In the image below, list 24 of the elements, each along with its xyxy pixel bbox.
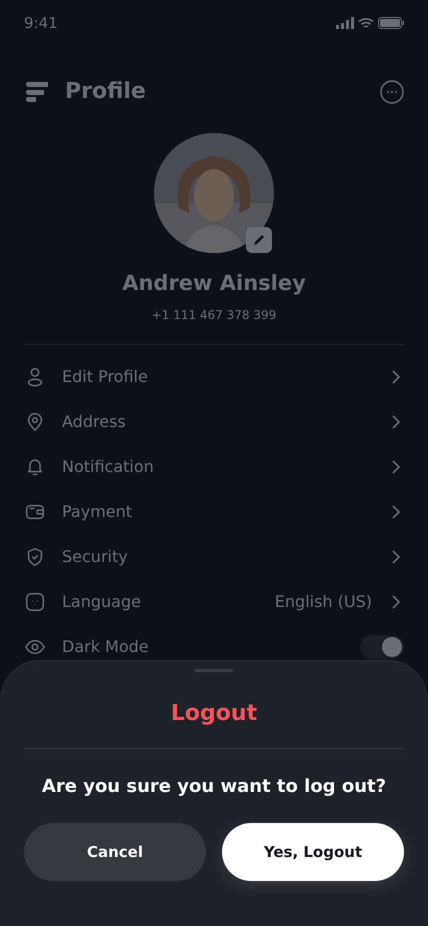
more-button[interactable]	[380, 80, 404, 104]
menu-item[interactable]: Edit Profile	[0, 354, 428, 399]
phone-number: +1 111 467 378 399	[150, 307, 278, 324]
smiley-icon	[24, 590, 46, 612]
sheet-title: Logout	[170, 700, 258, 728]
menu-item[interactable]: Payment	[0, 489, 428, 534]
edit-photo-button[interactable]	[246, 227, 272, 253]
status-time: 9:41	[24, 16, 58, 30]
logout-button[interactable]: Yes, Logout	[222, 823, 404, 881]
logo-icon	[26, 82, 49, 102]
signal-icon	[336, 17, 354, 29]
profile-name: Andrew Ainsley	[121, 270, 307, 296]
menu-item[interactable]: Address	[0, 399, 428, 444]
wifi-icon	[358, 17, 374, 29]
page-title: Profile	[65, 78, 147, 106]
menu-item[interactable]: Language English (US)	[0, 579, 428, 624]
battery-icon	[378, 17, 404, 29]
pencil-icon	[251, 232, 267, 248]
menu-item[interactable]: Security	[0, 534, 428, 579]
menu-item[interactable]: Notification	[0, 444, 428, 489]
cancel-button[interactable]: Cancel	[24, 823, 206, 881]
confirm-message: Are you sure you want to log out?	[40, 775, 388, 799]
toggle-switch[interactable]	[360, 634, 404, 658]
menu-label: Dark Mode	[62, 636, 150, 656]
